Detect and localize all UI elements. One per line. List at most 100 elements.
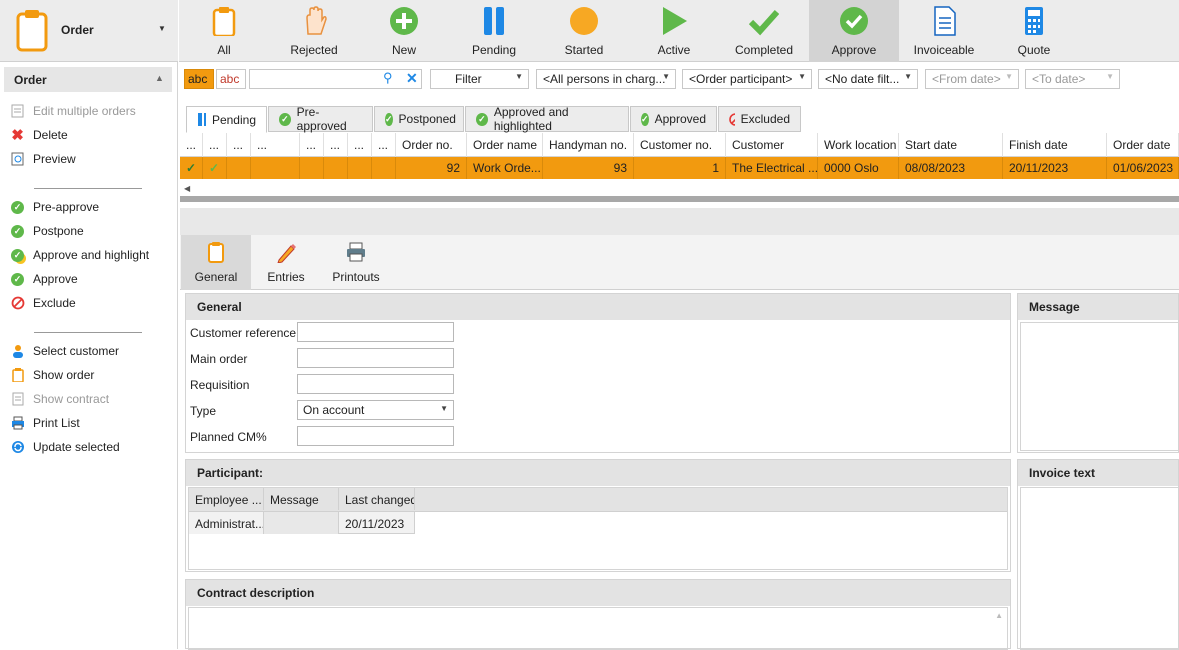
- nav-select-customer[interactable]: Select customer: [10, 341, 119, 361]
- column-header[interactable]: Employee ...: [189, 488, 264, 510]
- column-header[interactable]: Order name: [467, 133, 543, 157]
- column-header[interactable]: Order no.: [396, 133, 467, 157]
- ribbon-label: Started: [564, 43, 604, 57]
- table-row[interactable]: ✓ ✓ 92 Work Orde... 93 1 The Electrical …: [180, 157, 1179, 179]
- nav-label: Pre-approve: [33, 200, 100, 214]
- horizontal-scrollbar[interactable]: ◀: [180, 180, 1179, 202]
- invoice-doc-icon: [934, 6, 956, 36]
- tab-pre-approved[interactable]: ✓ Pre-approved: [268, 105, 373, 133]
- customer-reference-field[interactable]: [297, 322, 454, 342]
- invoice-textarea[interactable]: [1020, 487, 1179, 650]
- search-icon[interactable]: ⚲: [383, 70, 393, 86]
- field-label: Planned CM%: [190, 430, 267, 444]
- from-date-value: <From date>: [932, 72, 1001, 86]
- row-cell: [251, 157, 300, 179]
- column-header[interactable]: ...: [203, 133, 227, 157]
- to-date-picker[interactable]: <To date> ▼: [1025, 69, 1120, 89]
- column-header[interactable]: ...: [300, 133, 324, 157]
- detail-tab-printouts[interactable]: Printouts: [321, 235, 391, 290]
- type-dropdown[interactable]: On account ▼: [297, 400, 454, 420]
- column-header[interactable]: ...: [251, 133, 300, 157]
- message-textarea[interactable]: [1020, 322, 1179, 451]
- column-header[interactable]: ...: [324, 133, 348, 157]
- cell-start-date: 08/08/2023: [899, 157, 1003, 179]
- ribbon-approve-button[interactable]: Approve: [809, 0, 899, 62]
- scroll-up-icon[interactable]: ▲: [995, 611, 1003, 620]
- participant-panel: Participant: Employee ... Message Last c…: [185, 459, 1011, 572]
- cell-order-name: Work Orde...: [467, 157, 543, 179]
- exclude-icon: [10, 296, 25, 311]
- nav-postpone[interactable]: ✓ Postpone: [10, 221, 84, 241]
- case-sensitive-toggle[interactable]: abc: [184, 69, 214, 89]
- nav-exclude[interactable]: Exclude: [10, 293, 76, 313]
- chevron-up-icon[interactable]: ▲: [155, 73, 164, 83]
- column-header[interactable]: ...: [227, 133, 251, 157]
- column-header[interactable]: Message: [264, 488, 339, 510]
- search-input[interactable]: [250, 70, 380, 88]
- detail-tab-entries[interactable]: Entries: [251, 235, 321, 290]
- whole-word-toggle[interactable]: abc: [216, 69, 246, 89]
- date-filter-dropdown[interactable]: <No date filt... ▼: [818, 69, 918, 89]
- nav-update-selected[interactable]: Update selected: [10, 437, 120, 457]
- nav-section-header[interactable]: Order ▲: [4, 67, 172, 92]
- column-header[interactable]: Finish date: [1003, 133, 1107, 157]
- tab-postponed[interactable]: ✓ Postponed: [374, 106, 464, 132]
- chevron-down-icon[interactable]: ▼: [158, 24, 166, 33]
- approve-icon: ✓: [641, 112, 649, 126]
- ribbon-active-button[interactable]: Active: [629, 0, 719, 62]
- column-header[interactable]: Last changed: [339, 488, 415, 510]
- planned-cm-field[interactable]: [297, 426, 454, 446]
- requisition-field[interactable]: [297, 374, 454, 394]
- ribbon-started-button[interactable]: Started: [539, 0, 629, 62]
- column-header[interactable]: Handyman no.: [543, 133, 634, 157]
- nav-approve[interactable]: ✓ Approve: [10, 269, 78, 289]
- filter-dropdown[interactable]: Filter ▼: [430, 69, 529, 89]
- panel-title: Message: [1018, 294, 1178, 320]
- ribbon-invoiceable-button[interactable]: Invoiceable: [899, 0, 989, 62]
- nav-preview[interactable]: Preview: [10, 149, 76, 169]
- table-row[interactable]: Administrat... 20/11/2023: [189, 512, 415, 534]
- tab-excluded[interactable]: Excluded: [718, 106, 801, 132]
- column-header[interactable]: Customer: [726, 133, 818, 157]
- column-header[interactable]: ...: [348, 133, 372, 157]
- ribbon-new-button[interactable]: New: [359, 0, 449, 62]
- order-participant-dropdown[interactable]: <Order participant> ▼: [682, 69, 812, 89]
- tab-approved-highlighted[interactable]: ✓ Approved and highlighted: [465, 105, 629, 133]
- clipboard-icon: [212, 7, 236, 36]
- column-header[interactable]: ...: [180, 133, 203, 157]
- field-label: Type: [190, 404, 217, 418]
- ribbon-rejected-button[interactable]: Rejected: [269, 0, 359, 62]
- nav-print-list[interactable]: Print List: [10, 413, 80, 433]
- from-date-picker[interactable]: <From date> ▼: [925, 69, 1019, 89]
- panel-title: Participant:: [186, 460, 1010, 486]
- nav-edit-multiple-orders[interactable]: Edit multiple orders: [10, 101, 136, 121]
- detail-tab-general[interactable]: General: [181, 235, 251, 290]
- column-header[interactable]: Order date: [1107, 133, 1179, 157]
- nav-approve-highlight[interactable]: ✓ Approve and highlight: [10, 245, 149, 265]
- column-header[interactable]: Work location: [818, 133, 899, 157]
- nav-delete[interactable]: ✖ Delete: [10, 125, 67, 145]
- column-header[interactable]: ...: [372, 133, 396, 157]
- ribbon-pending-button[interactable]: Pending: [449, 0, 539, 62]
- ribbon-all-button[interactable]: All: [179, 0, 269, 62]
- nav-pre-approve[interactable]: ✓ Pre-approve: [10, 197, 99, 217]
- pause-icon: [198, 113, 206, 126]
- nav-show-order[interactable]: Show order: [10, 365, 94, 385]
- tab-approved[interactable]: ✓ Approved: [630, 106, 717, 132]
- ribbon-completed-button[interactable]: Completed: [719, 0, 809, 62]
- nav-label: Print List: [33, 416, 80, 430]
- scroll-left-icon[interactable]: ◀: [184, 184, 190, 193]
- column-header[interactable]: Start date: [899, 133, 1003, 157]
- contract-textarea[interactable]: ▲: [188, 607, 1008, 650]
- nav-show-contract[interactable]: Show contract: [10, 389, 109, 409]
- module-selector[interactable]: Order ▼: [0, 0, 178, 62]
- splitter[interactable]: [180, 208, 1179, 235]
- edit-multiple-icon: [10, 104, 25, 119]
- clear-icon[interactable]: ✕: [406, 70, 418, 87]
- main-order-field[interactable]: [297, 348, 454, 368]
- persons-in-charge-dropdown[interactable]: <All persons in charg... ▼: [536, 69, 676, 89]
- tab-pending[interactable]: Pending: [186, 106, 267, 133]
- column-header[interactable]: Customer no.: [634, 133, 726, 157]
- ribbon-quote-button[interactable]: Quote: [989, 0, 1079, 62]
- nav-label: Exclude: [33, 296, 76, 310]
